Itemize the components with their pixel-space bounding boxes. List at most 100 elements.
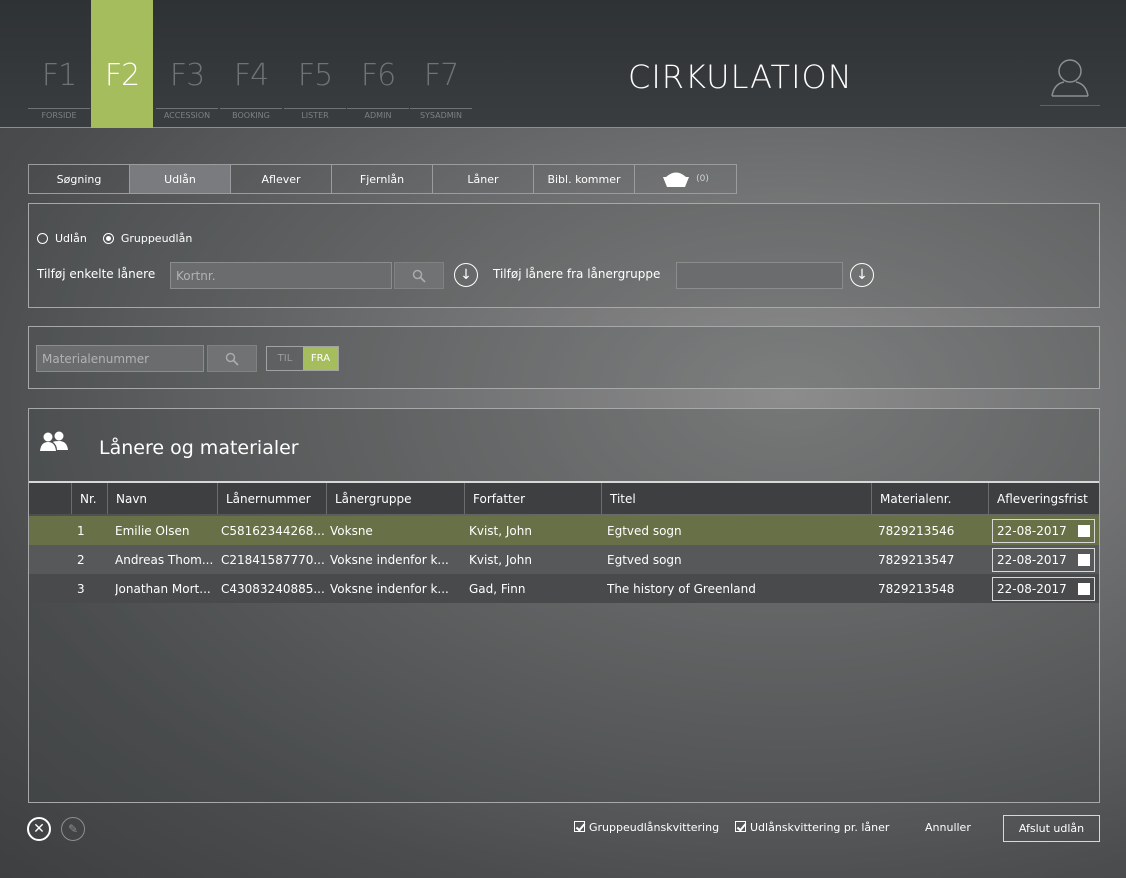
fkey-number: F2 bbox=[104, 58, 140, 93]
cell-materialenr: 7829213548 bbox=[878, 581, 955, 596]
fkey-f1[interactable]: F1 FORSIDE bbox=[28, 0, 90, 128]
cell-lanergruppe: Voksne bbox=[330, 523, 373, 538]
user-icon[interactable] bbox=[1040, 56, 1100, 106]
due-date-field[interactable]: 22-08-2017 bbox=[992, 548, 1095, 572]
cell-materialenr: 7829213546 bbox=[878, 523, 955, 538]
fkey-f3[interactable]: F3 ACCESSION bbox=[156, 0, 218, 128]
col-navn[interactable]: Navn bbox=[107, 483, 217, 514]
due-date-field[interactable]: 22-08-2017 bbox=[992, 577, 1095, 601]
tab-udlan[interactable]: Udlån bbox=[130, 165, 231, 193]
cell-titel: Egtved sogn bbox=[607, 523, 682, 538]
cancel-button[interactable]: Annuller bbox=[925, 821, 971, 834]
fkey-label: FORSIDE bbox=[28, 108, 90, 120]
due-date-value: 22-08-2017 bbox=[997, 553, 1067, 567]
table-panel: Lånere og materialer Nr. Navn Lånernumme… bbox=[28, 408, 1100, 803]
arrow-down-icon: ↓ bbox=[460, 267, 472, 283]
add-single-label: Tilføj enkelte lånere bbox=[37, 267, 156, 281]
cell-lanergruppe: Voksne indenfor k... bbox=[330, 581, 449, 596]
radio-gruppeudlan[interactable] bbox=[102, 233, 114, 244]
fkey-number: F3 bbox=[169, 58, 205, 93]
due-date-value: 22-08-2017 bbox=[997, 524, 1067, 538]
loan-receipt-checkbox[interactable]: Udlånskvittering pr. låner bbox=[735, 821, 889, 834]
group-users-icon bbox=[40, 431, 68, 451]
material-number-input[interactable]: Materialenummer bbox=[36, 345, 204, 372]
calendar-icon[interactable] bbox=[1078, 525, 1090, 537]
cell-forfatter: Gad, Finn bbox=[469, 581, 526, 596]
card-search-button[interactable] bbox=[394, 262, 444, 289]
due-date-field[interactable]: 22-08-2017 bbox=[992, 519, 1095, 543]
cell-titel: The history of Greenland bbox=[607, 581, 756, 596]
calendar-icon[interactable] bbox=[1078, 583, 1090, 595]
material-search-button[interactable] bbox=[207, 345, 257, 372]
col-afleveringsfrist[interactable]: Afleveringsfrist bbox=[988, 483, 1099, 514]
radio-gruppeudlan-label: Gruppeudlån bbox=[120, 232, 193, 245]
fkey-f7[interactable]: F7 SYSADMIN bbox=[410, 0, 472, 128]
table-row[interactable]: 1 Emilie Olsen C58162344268... Voksne Kv… bbox=[29, 516, 1099, 545]
basket-count: (0) bbox=[696, 174, 709, 184]
close-icon: ✕ bbox=[33, 821, 45, 837]
fkey-f4[interactable]: F4 BOOKING bbox=[220, 0, 282, 128]
fkey-f2[interactable]: F2 bbox=[91, 0, 153, 128]
col-forfatter[interactable]: Forfatter bbox=[464, 483, 601, 514]
cell-navn: Andreas Thom... bbox=[115, 552, 214, 567]
tab-basket[interactable]: (0) bbox=[635, 165, 736, 193]
tab-bibl-kommer[interactable]: Bibl. kommer bbox=[534, 165, 635, 193]
cell-forfatter: Kvist, John bbox=[469, 552, 532, 567]
group-receipt-checkbox[interactable]: Gruppeudlånskvittering bbox=[574, 821, 719, 834]
col-lanergruppe[interactable]: Lånergruppe bbox=[326, 483, 464, 514]
material-panel: Materialenummer TIL FRA bbox=[28, 326, 1100, 389]
fkey-label: ADMIN bbox=[347, 108, 409, 120]
cell-lanernummer: C21841587770... bbox=[221, 552, 325, 567]
toggle-til[interactable]: TIL bbox=[267, 347, 303, 370]
fkey-label: ACCESSION bbox=[156, 108, 218, 120]
cell-materialenr: 7829213547 bbox=[878, 552, 955, 567]
cell-nr: 3 bbox=[77, 581, 85, 596]
radio-udlan[interactable] bbox=[37, 233, 48, 244]
col-materialenr[interactable]: Materialenr. bbox=[871, 483, 988, 514]
col-nr[interactable]: Nr. bbox=[71, 483, 107, 514]
table-title: Lånere og materialer bbox=[99, 437, 299, 459]
finish-loan-button[interactable]: Afslut udlån bbox=[1003, 815, 1100, 842]
fkey-number: F6 bbox=[360, 58, 396, 93]
fkey-number: F4 bbox=[233, 58, 269, 93]
tab-sogning[interactable]: Søgning bbox=[29, 165, 130, 193]
group-input[interactable] bbox=[676, 262, 843, 289]
table-row[interactable]: 2 Andreas Thom... C21841587770... Voksne… bbox=[29, 545, 1099, 574]
table-row[interactable]: 3 Jonathan Mort... C43083240885... Voksn… bbox=[29, 574, 1099, 603]
toggle-fra[interactable]: FRA bbox=[303, 347, 338, 370]
table-header: Nr. Navn Lånernummer Lånergruppe Forfatt… bbox=[29, 481, 1099, 514]
cell-forfatter: Kvist, John bbox=[469, 523, 532, 538]
cell-navn: Emilie Olsen bbox=[115, 523, 190, 538]
cell-nr: 2 bbox=[77, 552, 85, 567]
group-receipt-label: Gruppeudlånskvittering bbox=[589, 821, 720, 834]
app-title: CIRKULATION bbox=[628, 58, 853, 96]
col-titel[interactable]: Titel bbox=[601, 483, 871, 514]
basket-icon bbox=[663, 172, 690, 187]
cell-lanernummer: C58162344268... bbox=[221, 523, 325, 538]
tab-bar: Søgning Udlån Aflever Fjernlån Låner Bib… bbox=[28, 164, 737, 194]
til-fra-toggle[interactable]: TIL FRA bbox=[266, 346, 339, 371]
add-group-label: Tilføj lånere fra lånergruppe bbox=[493, 267, 661, 281]
add-single-button[interactable]: ↓ bbox=[454, 263, 478, 287]
loan-receipt-label: Udlånskvittering pr. låner bbox=[750, 821, 890, 834]
search-icon bbox=[412, 269, 426, 283]
fkey-f5[interactable]: F5 LISTER bbox=[284, 0, 346, 128]
cell-nr: 1 bbox=[77, 523, 85, 538]
fkey-label: SYSADMIN bbox=[410, 108, 472, 120]
fkey-number: F5 bbox=[297, 58, 333, 93]
cell-lanergruppe: Voksne indenfor k... bbox=[330, 552, 449, 567]
calendar-icon[interactable] bbox=[1078, 554, 1090, 566]
fkey-f6[interactable]: F6 ADMIN bbox=[347, 0, 409, 128]
tab-laner[interactable]: Låner bbox=[433, 165, 534, 193]
cell-navn: Jonathan Mort... bbox=[115, 581, 211, 596]
remove-button[interactable]: ✕ bbox=[27, 817, 51, 841]
fkey-number: F7 bbox=[423, 58, 459, 93]
search-icon bbox=[225, 352, 239, 366]
edit-button[interactable]: ✎ bbox=[61, 817, 85, 841]
tab-fjernlan[interactable]: Fjernlån bbox=[332, 165, 433, 193]
card-number-input[interactable]: Kortnr. bbox=[170, 262, 392, 289]
add-group-button[interactable]: ↓ bbox=[850, 263, 874, 287]
tab-aflever[interactable]: Aflever bbox=[231, 165, 332, 193]
cell-titel: Egtved sogn bbox=[607, 552, 682, 567]
col-lanernummer[interactable]: Lånernummer bbox=[217, 483, 326, 514]
